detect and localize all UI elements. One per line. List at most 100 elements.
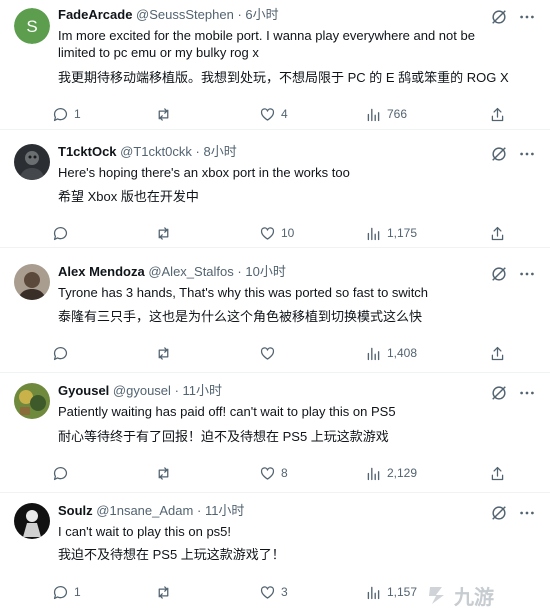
post-header: FadeArcade @SeussStephen · 6小时 [58, 7, 279, 23]
svg-text:S: S [26, 17, 37, 36]
views-count: 1,408 [387, 346, 418, 360]
reply-icon [53, 226, 68, 240]
reply-button[interactable]: 1 [52, 582, 81, 602]
views-count: 2,129 [387, 466, 418, 480]
watermark-logo-icon [429, 587, 444, 604]
display-name[interactable]: Alex Mendoza [58, 264, 145, 279]
post-time[interactable]: 8小时 [203, 144, 236, 159]
like-button[interactable] [259, 343, 281, 363]
reply-button[interactable] [52, 223, 74, 243]
reply-button[interactable] [52, 463, 74, 483]
views-icon [367, 108, 380, 121]
separator: · [195, 144, 200, 159]
avatar[interactable] [14, 144, 50, 180]
post-translation: 我更期待移动端移植版。我想到处玩，不想局限于 PC 的 E 鸹或笨重的 ROG … [58, 70, 509, 85]
share-button[interactable] [489, 104, 506, 124]
avatar[interactable] [14, 264, 50, 300]
post-translation: 泰隆有三只手，这也是为什么这个角色被移植到切换模式这么快 [58, 309, 423, 324]
reply-post[interactable]: Alex Mendoza @Alex_Stalfos · 10小时 Tyrone… [0, 248, 550, 373]
separator: · [237, 264, 242, 279]
reply-post[interactable]: Gyousel @gyousel · 11小时 Patiently waitin… [0, 373, 550, 493]
reply-icon [53, 585, 68, 599]
display-name[interactable]: T1cktOck [58, 144, 117, 159]
reply-icon [53, 466, 68, 480]
post-header: Soulz @1nsane_Adam · 11小时 [58, 503, 244, 519]
repost-button[interactable] [155, 343, 177, 363]
like-button[interactable]: 4 [259, 104, 288, 124]
share-button[interactable] [489, 223, 506, 243]
avatar[interactable]: S [14, 8, 50, 44]
reply-button[interactable] [52, 343, 74, 363]
share-button[interactable] [489, 463, 506, 483]
views-icon [367, 347, 380, 360]
post-time[interactable]: 6小时 [245, 7, 278, 22]
repost-button[interactable] [155, 582, 177, 602]
post-text: Here's hoping there's an xbox port in th… [58, 165, 350, 180]
display-name[interactable]: Soulz [58, 503, 93, 518]
reply-button[interactable]: 1 [52, 104, 81, 124]
heart-icon [260, 226, 275, 240]
post-time[interactable]: 10小时 [245, 264, 285, 279]
reply-post[interactable]: T1cktOck @T1ckt0ckk · 8小时 Here's hoping … [0, 130, 550, 248]
share-icon [491, 466, 504, 480]
action-bar: 1,408 [52, 343, 520, 363]
share-icon [491, 226, 504, 240]
grok-icon[interactable] [490, 8, 508, 26]
like-button[interactable]: 10 [259, 223, 294, 243]
post-time[interactable]: 11小时 [205, 503, 245, 518]
more-icon[interactable] [518, 504, 536, 522]
avatar[interactable] [14, 503, 50, 539]
like-count: 3 [281, 585, 288, 599]
reply-icon [53, 107, 68, 121]
grok-icon[interactable] [490, 504, 508, 522]
like-button[interactable]: 8 [259, 463, 288, 483]
grok-icon[interactable] [490, 145, 508, 163]
views-icon [367, 467, 380, 480]
post-translation: 希望 Xbox 版也在开发中 [58, 189, 199, 204]
share-icon [491, 107, 504, 121]
more-icon[interactable] [518, 265, 536, 283]
separator: · [196, 503, 202, 518]
views-button[interactable]: 2,129 [365, 463, 417, 483]
post-header: Gyousel @gyousel · 11小时 [58, 383, 222, 399]
display-name[interactable]: FadeArcade [58, 7, 132, 22]
user-handle[interactable]: @Alex_Stalfos [148, 264, 233, 279]
reply-post[interactable]: S FadeArcade @SeussStephen · 6小时 Im more… [0, 0, 550, 130]
watermark: 九游 [424, 581, 542, 609]
more-icon[interactable] [518, 8, 536, 26]
views-count: 1,157 [387, 585, 418, 599]
repost-icon [158, 466, 169, 480]
display-name[interactable]: Gyousel [58, 383, 109, 398]
reply-count: 1 [74, 585, 81, 599]
separator: · [174, 383, 179, 398]
user-handle[interactable]: @T1ckt0ckk [120, 144, 192, 159]
repost-button[interactable] [155, 104, 177, 124]
heart-icon [260, 585, 275, 599]
views-button[interactable]: 1,175 [365, 223, 417, 243]
repost-icon [158, 107, 169, 121]
share-button[interactable] [489, 343, 506, 363]
like-count: 4 [281, 107, 288, 121]
repost-icon [158, 346, 169, 360]
repost-icon [158, 585, 169, 599]
repost-button[interactable] [155, 223, 177, 243]
heart-icon [260, 107, 275, 121]
views-icon [367, 586, 380, 599]
user-handle[interactable]: @SeussStephen [136, 7, 234, 22]
repost-button[interactable] [155, 463, 177, 483]
views-button[interactable]: 1,157 [365, 582, 417, 602]
more-icon[interactable] [518, 145, 536, 163]
avatar[interactable] [14, 383, 50, 419]
views-button[interactable]: 1,408 [365, 343, 417, 363]
post-time[interactable]: 11小时 [183, 383, 223, 398]
repost-icon [158, 226, 169, 240]
user-handle[interactable]: @gyousel [113, 383, 171, 398]
like-count: 10 [281, 226, 295, 240]
views-button[interactable]: 766 [365, 104, 407, 124]
grok-icon[interactable] [490, 384, 508, 402]
more-icon[interactable] [518, 384, 536, 402]
like-button[interactable]: 3 [259, 582, 288, 602]
action-bar: 10 1,175 [52, 223, 520, 243]
grok-icon[interactable] [490, 265, 508, 283]
user-handle[interactable]: @1nsane_Adam [96, 503, 193, 518]
